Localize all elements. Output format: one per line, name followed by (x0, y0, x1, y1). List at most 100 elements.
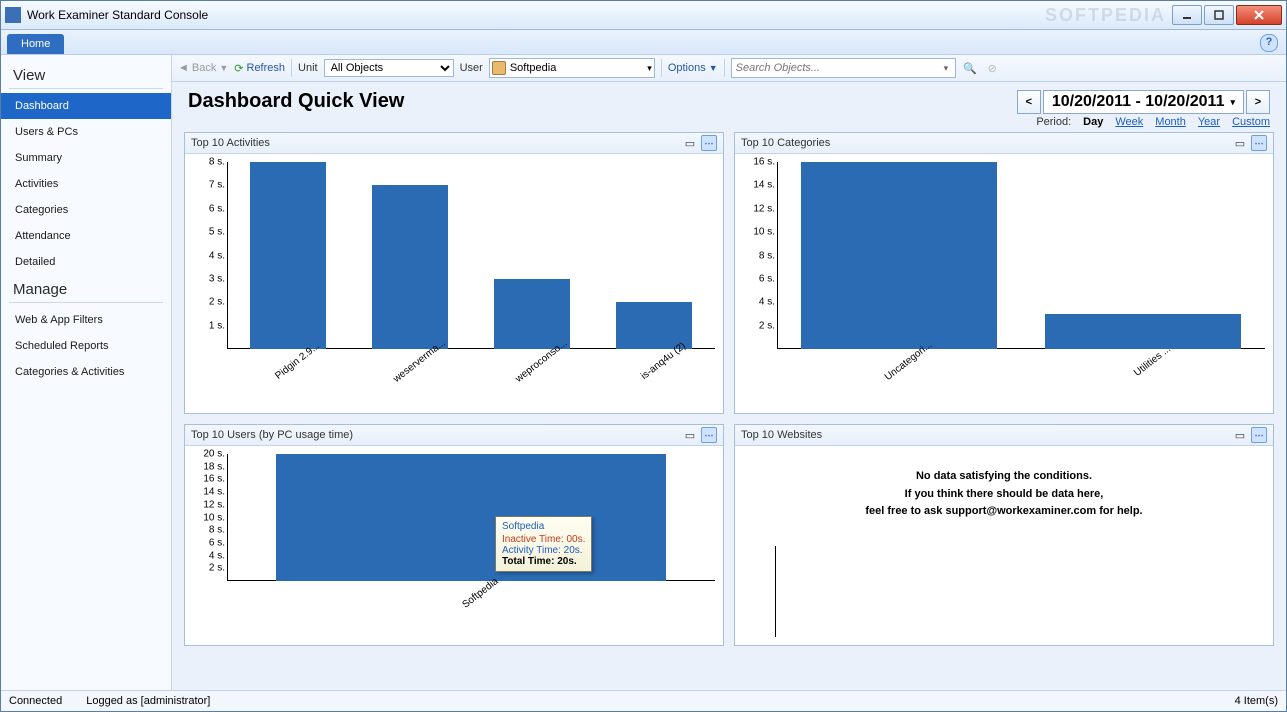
y-tick: 2 s. (759, 320, 775, 331)
close-button[interactable] (1236, 5, 1282, 25)
sidebar-item-users-pcs[interactable]: Users & PCs (1, 119, 171, 145)
y-tick: 8 s. (209, 157, 225, 168)
tooltip-total: Total Time: 20s. (502, 556, 585, 567)
divider (9, 302, 163, 303)
chart-tooltip: Softpedia Inactive Time: 00s. Activity T… (495, 516, 592, 572)
options-button[interactable]: Options ▼ (668, 62, 718, 74)
ribbon: Home ? (1, 30, 1286, 55)
y-tick: 3 s. (209, 273, 225, 284)
collapse-icon[interactable]: ▭ (1232, 135, 1248, 151)
chevron-down-icon: ▾ (647, 63, 652, 74)
page-title: Dashboard Quick View (188, 90, 1007, 113)
panel-categories: Top 10 Categories ▭ ⋯ 2 s. 4 s. 6 s. 8 s. 10… (734, 132, 1274, 414)
date-prev-button[interactable]: < (1017, 90, 1041, 114)
y-tick: 12 s. (753, 203, 775, 214)
help-icon[interactable]: ? (1260, 34, 1278, 52)
y-tick: 10 s. (753, 227, 775, 238)
y-tick: 16 s. (753, 157, 775, 168)
y-tick: 4 s. (759, 297, 775, 308)
divider (9, 88, 163, 89)
sidebar-heading-manage: Manage (1, 275, 171, 300)
collapse-icon[interactable]: ▭ (682, 427, 698, 443)
status-connection: Connected (9, 695, 62, 707)
panel-menu-icon[interactable]: ⋯ (1251, 135, 1267, 151)
user-select[interactable]: Softpedia ▾ (489, 58, 655, 78)
minimize-button[interactable] (1172, 5, 1202, 25)
tooltip-active: Activity Time: 20s. (502, 545, 585, 556)
sidebar-heading-view: View (1, 61, 171, 86)
chevron-down-icon[interactable]: ▾ (944, 63, 949, 74)
sidebar-item-attendance[interactable]: Attendance (1, 223, 171, 249)
empty-state: No data satisfying the conditions. If yo… (741, 454, 1267, 521)
axis-stub (775, 546, 776, 637)
status-item-count: 4 Item(s) (1235, 695, 1278, 707)
refresh-button[interactable]: ⟳ Refresh (234, 62, 285, 75)
tooltip-inactive: Inactive Time: 00s. (502, 534, 585, 545)
period-day[interactable]: Day (1083, 116, 1103, 128)
refresh-label: Refresh (247, 62, 286, 74)
period-custom[interactable]: Custom (1232, 116, 1270, 128)
chevron-down-icon: ▼ (709, 63, 718, 73)
tab-home[interactable]: Home (7, 34, 64, 54)
panel-title: Top 10 Activities (191, 137, 270, 149)
options-label: Options (668, 62, 706, 74)
chevron-down-icon: ▼ (219, 63, 228, 73)
y-tick: 8 s. (209, 525, 225, 536)
sidebar-item-dashboard[interactable]: Dashboard (1, 93, 171, 119)
back-button[interactable]: ◄ Back ▼ (178, 62, 228, 74)
toolbar: ◄ Back ▼ ⟳ Refresh Unit All Objects User… (172, 55, 1286, 82)
clear-search-icon[interactable]: ⊘ (984, 60, 1000, 76)
collapse-icon[interactable]: ▭ (682, 135, 698, 151)
collapse-icon[interactable]: ▭ (1232, 427, 1248, 443)
date-next-button[interactable]: > (1246, 90, 1270, 114)
panel-title: Top 10 Users (by PC usage time) (191, 429, 353, 441)
maximize-button[interactable] (1204, 5, 1234, 25)
y-tick: 16 s. (203, 474, 225, 485)
y-tick: 2 s. (209, 297, 225, 308)
y-tick: 2 s. (209, 563, 225, 574)
panel-menu-icon[interactable]: ⋯ (701, 135, 717, 151)
panel-websites: Top 10 Websites ▭ ⋯ No data satisfying t… (734, 424, 1274, 646)
period-selector: Period: Day Week Month Year Custom (1036, 116, 1270, 128)
y-tick: 14 s. (753, 180, 775, 191)
chart-activities: 1 s.2 s.3 s.4 s.5 s.6 s.7 s.8 s.Pidgin 2… (193, 162, 715, 405)
unit-select[interactable]: All Objects (324, 59, 454, 77)
sidebar-item-summary[interactable]: Summary (1, 145, 171, 171)
period-month[interactable]: Month (1155, 116, 1186, 128)
search-input[interactable] (731, 58, 956, 78)
y-tick: 7 s. (209, 180, 225, 191)
divider (724, 59, 725, 77)
sidebar-item-filters[interactable]: Web & App Filters (1, 307, 171, 333)
date-range-text: 10/20/2011 - 10/20/2011 (1052, 93, 1225, 111)
panel-menu-icon[interactable]: ⋯ (1251, 427, 1267, 443)
y-tick: 14 s. (203, 487, 225, 498)
statusbar: Connected Logged as [administrator] 4 It… (1, 690, 1286, 711)
sidebar-item-categories-activities[interactable]: Categories & Activities (1, 359, 171, 385)
sidebar-item-scheduled-reports[interactable]: Scheduled Reports (1, 333, 171, 359)
panel-menu-icon[interactable]: ⋯ (701, 427, 717, 443)
y-tick: 8 s. (759, 250, 775, 261)
panel-title: Top 10 Categories (741, 137, 830, 149)
divider (291, 59, 292, 77)
back-label: Back (192, 62, 216, 74)
y-tick: 6 s. (759, 273, 775, 284)
period-label: Period: (1036, 116, 1071, 128)
unit-label: Unit (298, 62, 318, 74)
sidebar-item-detailed[interactable]: Detailed (1, 249, 171, 275)
divider (661, 59, 662, 77)
app-icon (5, 7, 21, 23)
period-week[interactable]: Week (1115, 116, 1143, 128)
period-year[interactable]: Year (1198, 116, 1220, 128)
chart-bar[interactable] (372, 185, 448, 349)
sidebar-item-categories[interactable]: Categories (1, 197, 171, 223)
panel-activities: Top 10 Activities ▭ ⋯ 1 s.2 s.3 s.4 s.5 … (184, 132, 724, 414)
y-tick: 10 s. (203, 512, 225, 523)
window-title: Work Examiner Standard Console (27, 8, 1172, 22)
chart-bar[interactable] (250, 162, 326, 349)
search-icon[interactable]: 🔍 (962, 60, 978, 76)
date-range-picker[interactable]: 10/20/2011 - 10/20/2011 ▾ (1043, 90, 1244, 114)
back-arrow-icon: ◄ (178, 62, 189, 74)
empty-line: feel free to ask support@workexaminer.co… (741, 503, 1267, 521)
chart-users: 2 s.4 s.6 s.8 s.10 s.12 s.14 s.16 s.18 s… (193, 454, 715, 637)
sidebar-item-activities[interactable]: Activities (1, 171, 171, 197)
